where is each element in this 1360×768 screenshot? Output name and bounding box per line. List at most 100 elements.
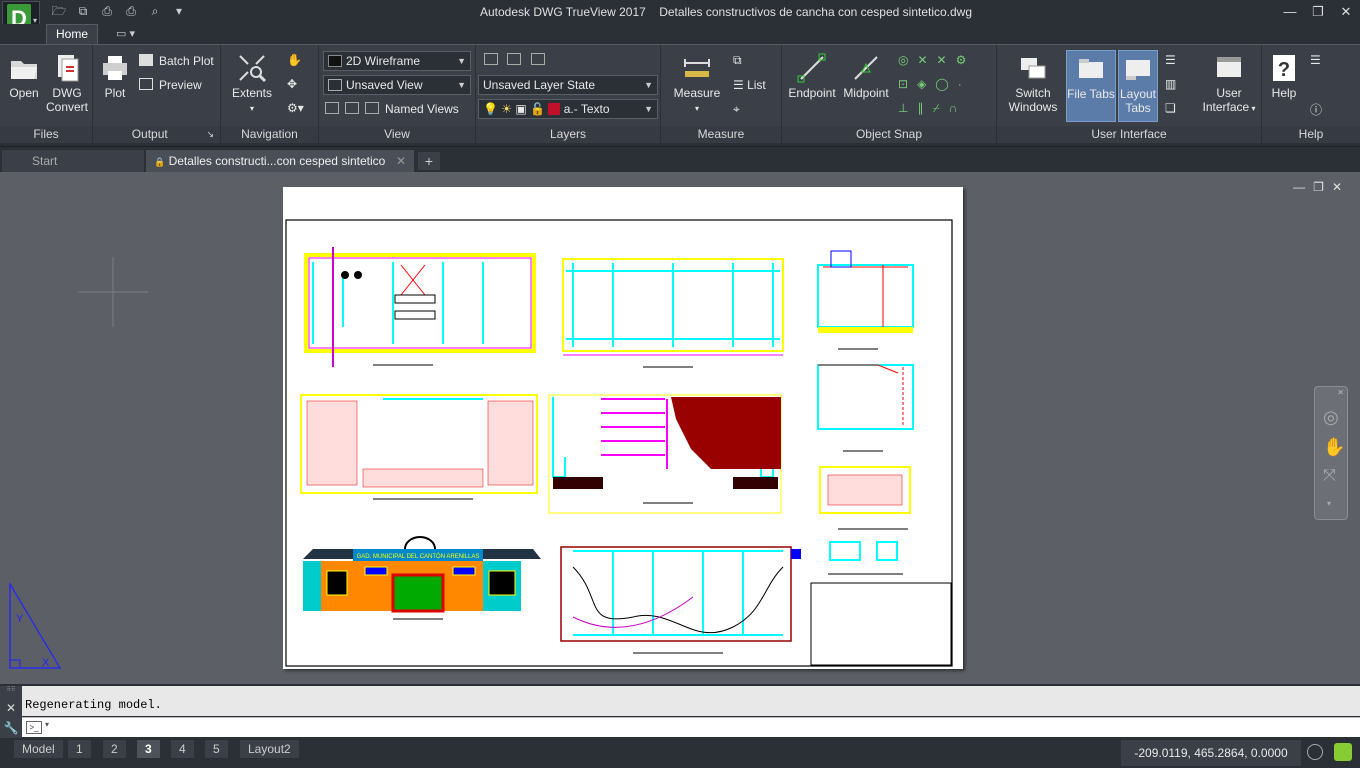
close-tab-icon[interactable]: ✕ [396,150,406,172]
locate-point-icon[interactable]: ⌖ [733,102,740,117]
new-tab-button[interactable]: + [418,152,440,170]
visual-style-icon [328,55,342,67]
title-bar: D ▾ 🗁 ⧉ ⎙ ⎙ ⌕ ▾ Autodesk DWG TrueView 20… [0,0,1360,37]
svg-text:X: X [42,657,50,669]
midpoint-button[interactable]: Midpoint [840,53,892,100]
layout-tab-4[interactable]: 4 [171,740,194,758]
id-point-icon[interactable]: ⧉ [733,53,742,68]
layout-paper-sheet: GAD. MUNICIPAL DEL CANTÓN ARENILLAS [283,187,963,669]
center-snap-icon[interactable]: ◎ [898,53,917,67]
viewport-close-icon[interactable]: ✕ [1332,180,1342,194]
document-tab-bar: Start 🔒 Detalles constructi...con cesped… [0,146,1360,172]
layout-tab-1[interactable]: 1 [68,740,91,758]
nearest-snap-icon[interactable]: ⌿ [932,101,948,115]
extents-button[interactable]: Extents ▾ [229,53,275,116]
command-close-icon[interactable]: ✕ [0,698,22,718]
layout-tab-2[interactable]: 2 [103,740,126,758]
panel-label-help: Help [1262,126,1360,143]
insert-snap-icon[interactable]: · [958,77,971,91]
layer-dropdown[interactable]: 💡 ☀ ▣ 🔓 a.- Texto ▼ [478,99,658,119]
help-button[interactable]: ? Help [1266,53,1302,100]
ribbon-minimize-icon[interactable]: ▭ ▾ [116,27,135,40]
command-input[interactable]: >_ ▾ [22,717,1360,737]
pan-icon[interactable]: ✋ [1323,437,1345,458]
lock-icon: 🔒 [154,157,166,167]
svg-text:Y: Y [16,613,24,625]
visual-style-dropdown[interactable]: 2D Wireframe ▼ [323,51,471,71]
navbar-menu-icon[interactable]: ▾ [1327,499,1331,508]
steering-wheel-icon[interactable]: ⚙▾ [287,101,304,115]
tab-active-drawing[interactable]: 🔒 Detalles constructi...con cesped sinte… [146,150,414,172]
printer-icon [103,56,127,80]
views-cube-icon[interactable] [325,102,339,114]
pan-icon[interactable]: ✋ [287,53,302,67]
layer-settings-icon[interactable] [507,53,522,65]
tangent-snap-icon[interactable]: ◯ [935,77,957,91]
named-views-button[interactable]: Named Views [385,102,459,116]
plot-button[interactable]: Plot [97,53,133,100]
viewport-restore-icon[interactable]: ❐ [1313,180,1324,194]
zoom-extents-icon[interactable]: ⤧ [1323,467,1336,485]
parallel-snap-icon[interactable]: ∥ [917,101,932,115]
layout-tab-model[interactable]: Model [14,740,63,758]
user-interface-button[interactable]: User Interface ▾ [1201,53,1257,116]
layout-tab-layout2[interactable]: Layout2 [240,740,299,758]
snap-settings-icon[interactable]: ⚙ [956,53,976,67]
steering-wheel-icon[interactable]: ◎ [1323,407,1339,428]
panel-measure: Measure ▾ ⧉ ☰ List ⌖ Measure [661,45,782,143]
layout-tab-3[interactable]: 3 [137,740,160,758]
command-customize-icon[interactable]: 🔧 [0,718,22,738]
unlock-icon: 🔓 [530,102,546,116]
tile-vertical-icon[interactable]: ▥ [1165,77,1176,91]
node-snap-icon[interactable]: ⊡ [898,77,917,91]
command-grip-icon[interactable]: ⠿⠿ [0,686,22,698]
file-tabs-icon [1079,59,1103,78]
help-icon: ? [1273,55,1295,81]
layer-state-dropdown[interactable]: Unsaved Layer State ▼ [478,75,658,95]
tab-start[interactable]: Start [2,150,144,172]
panel-label-output: Output ↘ [93,126,220,143]
ucs-icon: Y X [9,582,62,669]
layer-match-icon[interactable] [530,53,545,65]
file-tabs-button[interactable]: File Tabs [1066,50,1116,122]
list-icon: ☰ [733,78,748,92]
saved-view-dropdown[interactable]: Unsaved View ▼ [323,75,471,95]
tab-home[interactable]: Home [46,24,98,44]
dwg-convert-button[interactable]: DWG Convert [44,53,90,114]
preview-button[interactable]: Preview [139,78,202,92]
endpoint-button[interactable]: Endpoint [786,53,838,100]
navbar-close-icon[interactable]: ✕ [1337,388,1344,397]
panel-navigation: Extents ▾ ✋ ✥ ⚙▾ Navigation [221,45,319,143]
clock-icon[interactable] [1307,744,1323,760]
command-line: ⠿⠿ ✕ 🔧 Regenerating model. >_ ▾ [0,684,1360,738]
layout-tabs-icon [1126,60,1150,80]
apparent-snap-icon[interactable]: ✕ [937,53,956,67]
magnet-icon[interactable]: ∩ [949,101,967,115]
switch-windows-button[interactable]: Switch Windows [1005,53,1061,114]
coordinate-readout[interactable]: -209.0119, 465.2864, 0.0000 [1121,740,1301,766]
info-icon[interactable]: ⓘ [1310,101,1322,118]
quadrant-snap-icon[interactable]: ◈ [917,77,935,91]
layer-properties-icon[interactable] [484,53,498,65]
command-prompt-dropdown-icon[interactable]: ▾ [45,720,49,729]
help-contents-icon[interactable]: ☰ [1310,53,1321,67]
viewport-minimize-icon[interactable]: — [1293,180,1305,194]
perpendicular-snap-icon[interactable]: ⊥ [898,101,917,115]
restore-icon[interactable]: ❐ [1304,0,1332,24]
open-button[interactable]: Open [6,53,42,100]
command-prompt-icon[interactable]: >_ [26,721,42,734]
measure-button[interactable]: Measure ▾ [673,53,721,116]
batch-plot-button[interactable]: Batch Plot [139,54,214,68]
cascade-icon[interactable]: ❏ [1165,101,1176,115]
views-box-icon[interactable] [345,102,359,114]
layout-tab-5[interactable]: 5 [205,740,228,758]
orbit-icon[interactable]: ✥ [287,77,297,91]
tile-horizontal-icon[interactable]: ☰ [1165,53,1176,67]
list-button[interactable]: ☰ List [733,78,766,92]
annotation-monitor-icon[interactable] [1334,743,1352,761]
layout-tabs-button[interactable]: Layout Tabs [1118,50,1158,122]
close-icon[interactable]: ✕ [1332,0,1360,24]
intersection-snap-icon[interactable]: ✕ [917,53,936,67]
minimize-icon[interactable]: — [1276,0,1304,24]
drawing-canvas[interactable]: GAD. MUNICIPAL DEL CANTÓN ARENILLAS — ❐ … [0,172,1360,684]
